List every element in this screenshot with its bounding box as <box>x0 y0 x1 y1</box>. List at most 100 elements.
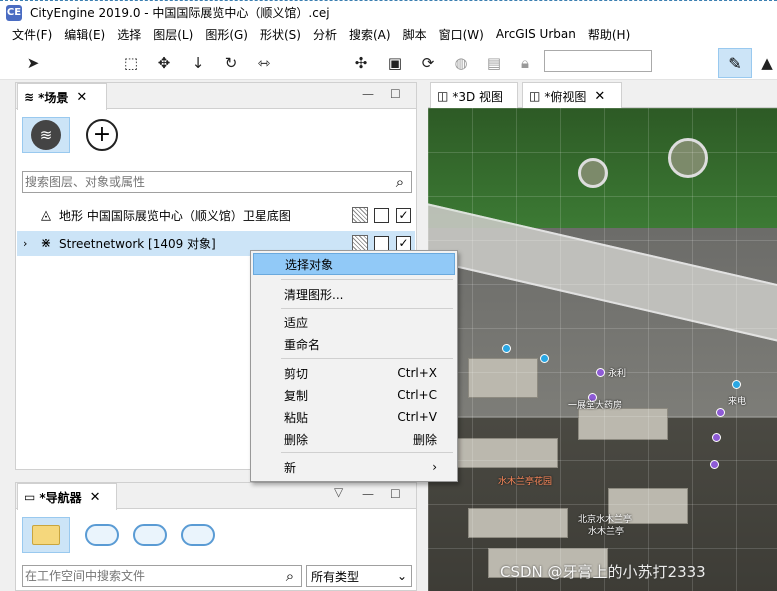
layer-context-menu: 选择对象 清理图形... 适应 重命名 剪切 Ctrl+X 复制 Ctrl+C … <box>250 250 458 482</box>
cloud-group-icon <box>133 524 167 546</box>
ctx-label: 新 <box>284 459 296 476</box>
menu-select[interactable]: 选择 <box>111 26 147 43</box>
model-icon[interactable]: ▤ <box>483 52 505 74</box>
view-tabbar: ◫ *3D 视图 ◫ *俯视图 ✕ <box>428 82 777 108</box>
portal-user-button[interactable] <box>78 517 126 553</box>
map-label: 一展堂大药房 <box>568 398 622 411</box>
ctx-rename[interactable]: 重命名 <box>253 333 455 355</box>
add-layer-button[interactable]: + <box>78 117 126 153</box>
frame-icon[interactable]: ✣ <box>350 52 372 74</box>
menu-analysis[interactable]: 分析 <box>307 26 343 43</box>
ctx-select-objects[interactable]: 选择对象 <box>253 253 455 275</box>
scale-icon[interactable]: ⇿ <box>253 52 275 74</box>
select-tool-icon[interactable]: ➤ <box>22 52 44 74</box>
tab-top-view-label: *俯视图 <box>544 88 586 105</box>
local-files-button[interactable] <box>22 517 70 553</box>
menu-script[interactable]: 脚本 <box>397 26 433 43</box>
menu-help[interactable]: 帮助(H) <box>582 26 636 43</box>
refresh-generate-icon[interactable]: ⟳ <box>417 52 439 74</box>
map-poi-icon <box>540 354 549 363</box>
rotate-icon[interactable]: ↻ <box>220 52 242 74</box>
title-bar: CE CityEngine 2019.0 - 中国国际展览中心（顺义馆）.cej <box>0 0 777 24</box>
globe-icon[interactable]: ◍ <box>450 52 472 74</box>
layer-visible-checkbox[interactable]: ✓ <box>396 236 411 251</box>
portal-group-button[interactable] <box>126 517 174 553</box>
navigator-search-input[interactable] <box>23 569 279 583</box>
rect-select-icon[interactable]: ⬚ <box>120 52 142 74</box>
ctx-fit[interactable]: 适应 <box>253 311 455 333</box>
ctx-label: 粘贴 <box>284 409 308 426</box>
texture-icon[interactable] <box>352 207 368 223</box>
toolbar-search-input[interactable] <box>544 50 652 72</box>
search-icon[interactable]: ⌕ <box>279 567 301 585</box>
cloud-user-icon <box>85 524 119 546</box>
generate-icon[interactable]: ▣ <box>384 52 406 74</box>
ctx-label: 复制 <box>284 387 308 404</box>
cube-icon: ◫ <box>529 89 540 103</box>
tab-scene[interactable]: ≋ *场景 ✕ <box>17 83 107 110</box>
texture-icon[interactable] <box>352 235 368 251</box>
ctx-shortcut: 删除 <box>413 431 437 448</box>
ctx-label: 剪切 <box>284 365 308 382</box>
ctx-cleanup-graph[interactable]: 清理图形... <box>253 283 455 305</box>
menu-graph[interactable]: 图形(G) <box>199 26 254 43</box>
drop-icon[interactable]: ↓ <box>187 52 209 74</box>
ctx-new[interactable]: 新 › <box>253 456 455 478</box>
maximize-icon[interactable]: ☐ <box>390 87 401 101</box>
ctx-label: 重命名 <box>284 336 320 353</box>
scene-search-input[interactable] <box>23 175 389 189</box>
tab-navigator[interactable]: ▭ *导航器 ✕ <box>17 483 117 510</box>
lock-icon[interactable]: 🔒︎ <box>514 52 536 74</box>
move-icon[interactable]: ✥ <box>153 52 175 74</box>
map-label: 来电 <box>728 394 746 407</box>
minimize-icon[interactable]: — <box>362 87 374 101</box>
main-toolbar: ➤ ⬚ ✥ ↓ ↻ ⇿ ✣ ▣ ⟳ ◍ ▤ 🔒︎ ✎ ▲ <box>0 44 777 80</box>
chevron-right-icon[interactable]: › <box>23 237 37 250</box>
portal-cloud-button[interactable] <box>174 517 222 553</box>
cityengine-app-icon: CE <box>6 5 22 21</box>
ctx-shortcut: Ctrl+V <box>397 410 437 424</box>
tab-3d-view[interactable]: ◫ *3D 视图 <box>430 82 518 109</box>
file-type-select[interactable]: 所有类型 ⌄ <box>306 565 412 587</box>
terrain-icon: ◬ <box>37 208 55 223</box>
top-view-viewport[interactable]: 永利 一展堂大药房 来电 水木兰亭花园 北京水木兰亭 水木兰亭 <box>428 108 777 591</box>
ctx-cut[interactable]: 剪切 Ctrl+X <box>253 362 455 384</box>
layer-lock-checkbox[interactable] <box>374 236 389 251</box>
layers-view-button[interactable]: ≋ <box>22 117 70 153</box>
menu-bar: 文件(F) 编辑(E) 选择 图层(L) 图形(G) 形状(S) 分析 搜索(A… <box>0 24 777 44</box>
ctx-label: 适应 <box>284 314 308 331</box>
menu-file[interactable]: 文件(F) <box>6 26 58 43</box>
search-icon[interactable]: ⌕ <box>389 173 411 191</box>
close-icon[interactable]: ✕ <box>76 90 87 105</box>
close-icon[interactable]: ✕ <box>90 490 101 505</box>
maximize-icon[interactable]: ☐ <box>390 487 401 501</box>
ctx-shortcut: Ctrl+C <box>397 388 437 402</box>
plus-icon: + <box>86 119 118 151</box>
layer-visible-checkbox[interactable]: ✓ <box>396 208 411 223</box>
menu-shape[interactable]: 形状(S) <box>254 26 307 43</box>
ctx-separator <box>281 308 453 309</box>
pen-tool-icon[interactable]: ✎ <box>718 48 752 78</box>
tab-top-view[interactable]: ◫ *俯视图 ✕ <box>522 82 622 109</box>
ctx-paste[interactable]: 粘贴 Ctrl+V <box>253 406 455 428</box>
menu-layer[interactable]: 图层(L) <box>147 26 199 43</box>
menu-window[interactable]: 窗口(W) <box>433 26 490 43</box>
layer-lock-checkbox[interactable] <box>374 208 389 223</box>
minimize-icon[interactable]: — <box>362 487 374 501</box>
menu-search[interactable]: 搜索(A) <box>343 26 397 43</box>
street-network-icon: ⋇ <box>37 236 55 251</box>
layer-row-terrain[interactable]: ◬ 地形 中国国际展览中心（顺义馆）卫星底图 ✓ <box>17 203 415 228</box>
ctx-delete[interactable]: 删除 删除 <box>253 428 455 450</box>
menu-edit[interactable]: 编辑(E) <box>58 26 111 43</box>
ctx-separator <box>281 358 453 359</box>
cube-icon: ◫ <box>437 89 448 103</box>
chevron-down-icon: ⌄ <box>397 569 407 583</box>
tab-navigator-label: *导航器 <box>39 489 81 506</box>
draw-icon[interactable]: ▲ <box>756 52 777 74</box>
menu-arcgis-urban[interactable]: ArcGIS Urban <box>490 27 582 41</box>
map-label: 永利 <box>608 366 626 379</box>
close-icon[interactable]: ✕ <box>594 89 605 104</box>
view-menu-icon[interactable]: ▽ <box>334 485 343 499</box>
map-poi-icon <box>502 344 511 353</box>
ctx-copy[interactable]: 复制 Ctrl+C <box>253 384 455 406</box>
